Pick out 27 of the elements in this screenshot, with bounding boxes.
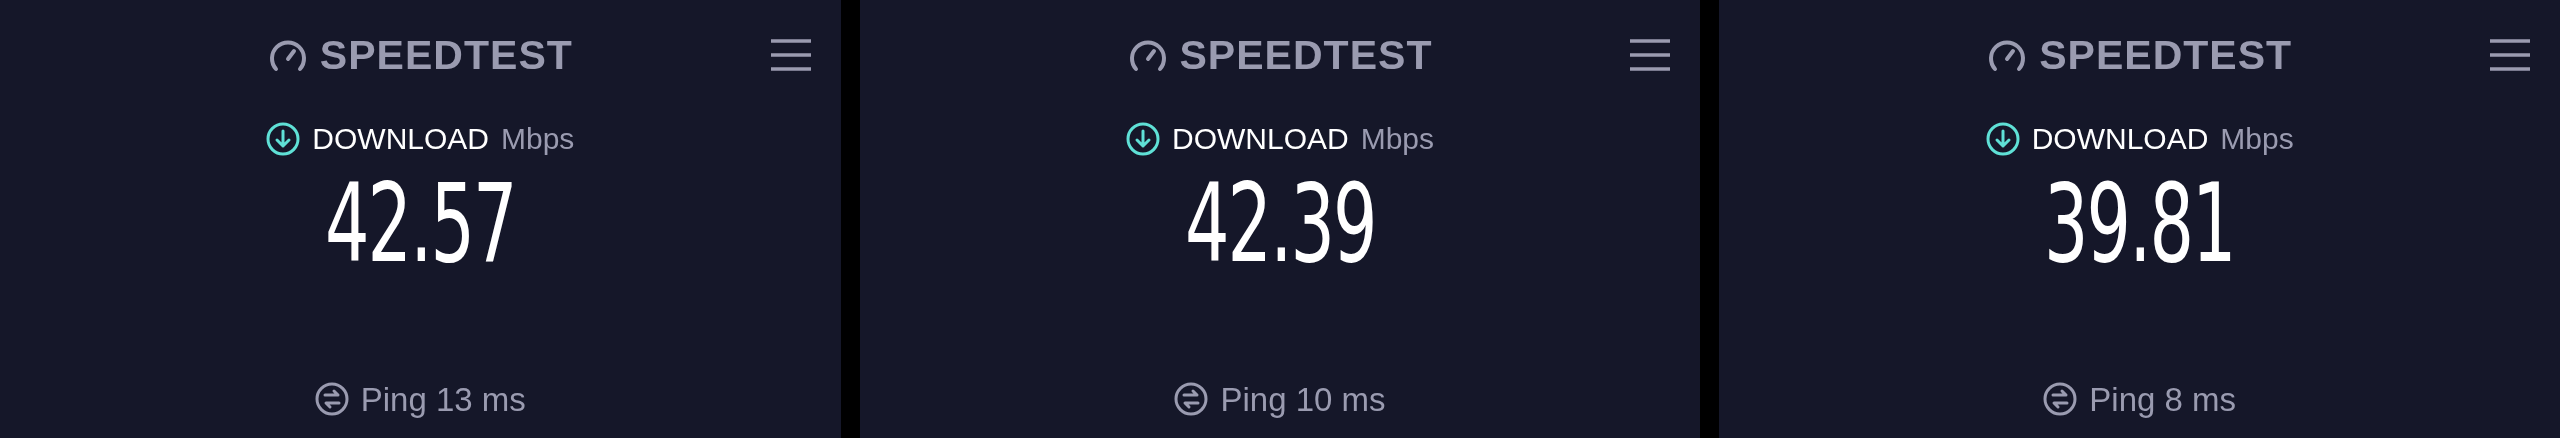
speedtest-logo: SPEEDTEST — [1179, 34, 1433, 76]
menu-icon — [768, 38, 813, 72]
ping-text: Ping 10 ms — [1220, 382, 1386, 416]
ping-icon — [2043, 382, 2078, 416]
download-icon — [1126, 122, 1160, 156]
menu-icon — [2488, 38, 2532, 72]
speedometer-icon — [1127, 38, 1168, 72]
ping-text: Ping 8 ms — [2089, 382, 2237, 416]
speedtest-logo: SPEEDTEST — [2039, 34, 2293, 76]
speedtest-logo: SPEEDTEST — [319, 34, 573, 76]
download-icon — [1985, 122, 2020, 156]
unit-label: Mbps — [2220, 124, 2294, 154]
ping-text: Ping 13 ms — [360, 382, 526, 416]
ping-icon — [1174, 382, 1209, 416]
speed-value: 39.81 — [2044, 170, 2235, 278]
metric-label: DOWNLOAD — [1172, 124, 1349, 154]
speed-value: 42.57 — [325, 170, 516, 278]
metric-label: DOWNLOAD — [2031, 124, 2209, 154]
download-icon — [266, 122, 301, 156]
ping-icon — [314, 382, 349, 416]
menu-icon — [1628, 38, 1673, 72]
unit-label: Mbps — [1360, 124, 1435, 154]
metric-label: DOWNLOAD — [312, 124, 489, 154]
speedometer-icon — [267, 38, 308, 72]
unit-label: Mbps — [501, 124, 575, 154]
speedometer-icon — [1987, 38, 2028, 72]
speed-value: 42.39 — [1184, 170, 1376, 278]
